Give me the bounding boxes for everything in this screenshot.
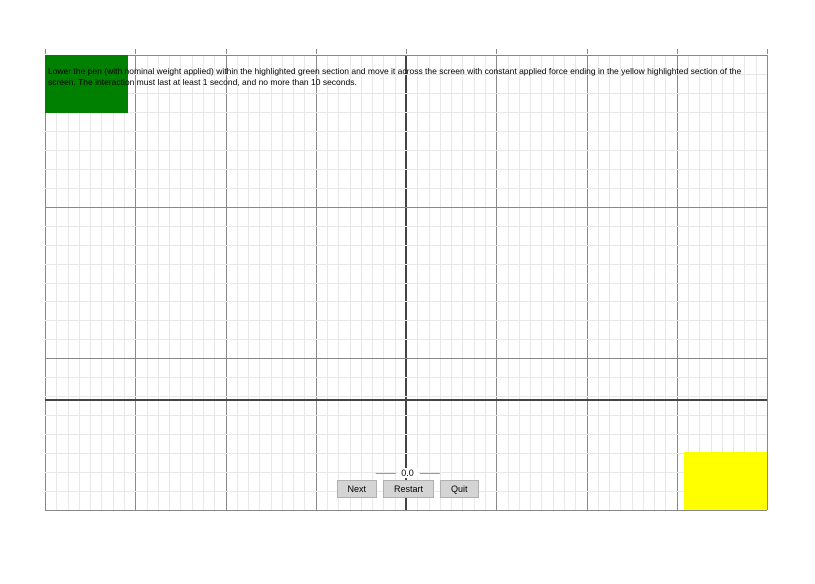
current-value-readout: 0.0 — [397, 468, 418, 478]
end-zone-highlight — [684, 452, 767, 510]
pressure-grid-canvas[interactable] — [45, 55, 767, 510]
grid-lines — [45, 55, 767, 510]
next-button[interactable]: Next — [336, 480, 377, 498]
quit-button[interactable]: Quit — [440, 480, 479, 498]
restart-button[interactable]: Restart — [383, 480, 434, 498]
top-tick-row — [45, 49, 767, 54]
control-button-bar: Next Restart Quit — [336, 480, 478, 498]
instruction-text: Lower the pen (with nominal weight appli… — [48, 66, 767, 88]
